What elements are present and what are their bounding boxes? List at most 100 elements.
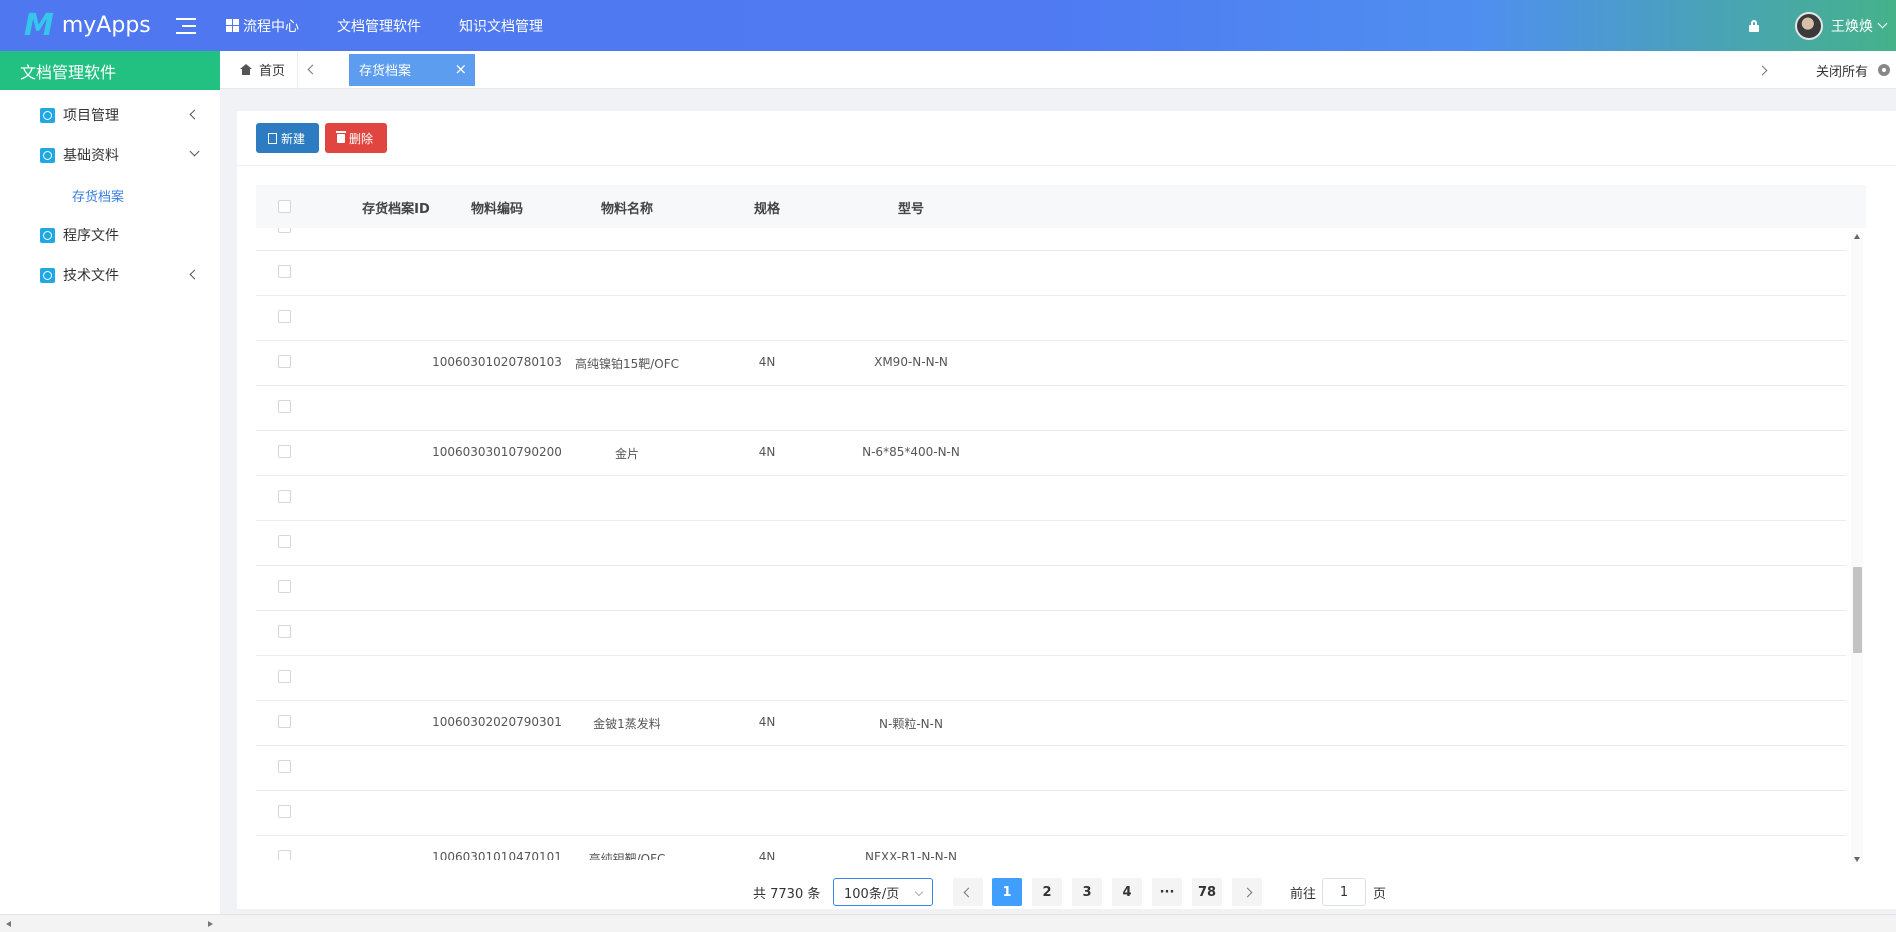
- table-row[interactable]: 10060301010470101 高纯钼靶/OFC 4N NFXX-R1-N-N-N: [256, 836, 1846, 860]
- row-checkbox[interactable]: [278, 265, 291, 278]
- tab-home[interactable]: 首页: [220, 50, 299, 89]
- row-checkbox[interactable]: [278, 760, 291, 773]
- delete-button[interactable]: 删除: [325, 123, 388, 153]
- chevron-right-icon: [1757, 65, 1767, 75]
- more-pages-button[interactable]: ···: [1152, 878, 1182, 906]
- pagination: 共 7730 条 100条/页 1 2 3 4 ··· 78 前往 1 页: [237, 871, 1896, 906]
- table-scrollbar[interactable]: [1851, 232, 1863, 864]
- cell-spec: 4N: [758, 850, 776, 860]
- tab-label: 存货档案: [359, 64, 412, 79]
- table-row[interactable]: [256, 611, 1846, 656]
- file-icon: [268, 132, 277, 144]
- column-header-name[interactable]: 物料名称: [567, 198, 687, 217]
- row-checkbox[interactable]: [278, 850, 291, 860]
- row-checkbox[interactable]: [278, 715, 291, 728]
- page-button-1[interactable]: 1: [992, 878, 1022, 906]
- row-checkbox[interactable]: [278, 445, 291, 458]
- row-checkbox[interactable]: [278, 805, 291, 818]
- row-checkbox[interactable]: [278, 400, 291, 413]
- table-row[interactable]: [256, 386, 1846, 431]
- close-all-tabs-button[interactable]: 关闭所有: [1816, 51, 1868, 89]
- table-row[interactable]: 10060303010790200 金片 4N N-6*85*400-N-N: [256, 431, 1846, 476]
- row-checkbox[interactable]: [278, 228, 291, 233]
- select-all-checkbox[interactable]: [278, 200, 291, 213]
- scroll-right-icon[interactable]: [208, 921, 213, 927]
- goto-page-input[interactable]: 1: [1322, 878, 1366, 906]
- clock-icon: [40, 227, 55, 243]
- page-button-3[interactable]: 3: [1072, 878, 1102, 906]
- prev-page-button[interactable]: [953, 878, 983, 906]
- tab-scroll-left-button[interactable]: [298, 51, 326, 89]
- table-row[interactable]: [256, 791, 1846, 836]
- logo-mark: M: [24, 8, 54, 43]
- page-button-2[interactable]: 2: [1032, 878, 1062, 906]
- avatar[interactable]: [1795, 11, 1823, 40]
- cell-model: NFXX-R1-N-N-N: [865, 850, 957, 860]
- row-checkbox[interactable]: [278, 670, 291, 683]
- column-header-spec[interactable]: 规格: [737, 198, 797, 217]
- table-row[interactable]: 10060302020790301 金铍1蒸发料 4N N-颗粒-N-N: [256, 701, 1846, 746]
- toolbar: 新建 删除: [237, 111, 1896, 166]
- app-logo[interactable]: M myApps: [0, 8, 151, 43]
- topnav-label: 流程中心: [243, 18, 299, 35]
- row-checkbox[interactable]: [278, 490, 291, 503]
- lock-icon[interactable]: [1749, 19, 1759, 32]
- table-row[interactable]: [256, 296, 1846, 341]
- row-checkbox[interactable]: [278, 580, 291, 593]
- close-icon[interactable]: ×: [454, 61, 467, 77]
- sidebar-item-label: 项目管理: [63, 108, 119, 124]
- column-header-code[interactable]: 物料编码: [432, 198, 562, 217]
- cell-material-code: 10060302020790301: [432, 715, 562, 729]
- sidebar-item-program-files[interactable]: 程序文件: [0, 215, 220, 255]
- menu-toggle-icon[interactable]: [176, 17, 196, 34]
- table-row[interactable]: [256, 521, 1846, 566]
- table-row[interactable]: [256, 566, 1846, 611]
- scroll-down-icon[interactable]: [1854, 857, 1860, 862]
- row-checkbox[interactable]: [278, 535, 291, 548]
- table-row[interactable]: [256, 228, 1846, 251]
- table-body: 10060301020780103 高纯镍铂15靶/OFC 4N XM90-N-N-N…: [256, 228, 1846, 860]
- column-header-model[interactable]: 型号: [836, 198, 986, 217]
- page-button-78[interactable]: 78: [1192, 878, 1222, 906]
- table-row[interactable]: [256, 746, 1846, 791]
- user-name[interactable]: 王焕焕: [1831, 16, 1873, 36]
- page-horizontal-scrollbar[interactable]: [0, 914, 1896, 932]
- page-button-4[interactable]: 4: [1112, 878, 1142, 906]
- table-row[interactable]: [256, 656, 1846, 701]
- page-size-select[interactable]: 100条/页: [833, 878, 933, 906]
- sidebar-item-basic-data[interactable]: 基础资料: [0, 135, 220, 175]
- table-row[interactable]: [256, 476, 1846, 521]
- topnav-doc-software[interactable]: 文档管理软件: [337, 16, 421, 36]
- gear-icon[interactable]: [1878, 64, 1890, 76]
- sidebar-item-technical-files[interactable]: 技术文件: [0, 255, 220, 295]
- chevron-right-icon: [1242, 887, 1252, 897]
- tab-inventory-archive[interactable]: 存货档案 ×: [349, 53, 476, 86]
- topnav-knowledge-docs[interactable]: 知识文档管理: [459, 16, 543, 36]
- table-row[interactable]: [256, 251, 1846, 296]
- topnav-label: 文档管理软件: [337, 18, 421, 35]
- table-row[interactable]: 10060301020780103 高纯镍铂15靶/OFC 4N XM90-N-N-N: [256, 341, 1846, 386]
- tab-scroll-right-button[interactable]: [1748, 51, 1776, 89]
- chevron-down-icon[interactable]: [1877, 18, 1888, 29]
- scroll-left-icon[interactable]: [6, 921, 11, 927]
- page-size-value: 100条/页: [844, 886, 900, 902]
- chevron-down-icon: [189, 146, 200, 157]
- topnav-process-center[interactable]: 流程中心: [226, 16, 299, 36]
- row-checkbox[interactable]: [278, 625, 291, 638]
- sidebar-item-project-management[interactable]: 项目管理: [0, 95, 220, 135]
- top-header: M myApps 流程中心 文档管理软件 知识文档管理 王焕焕: [0, 0, 1896, 51]
- cell-material-name: 高纯钼靶/OFC: [588, 852, 666, 860]
- scroll-up-icon[interactable]: [1854, 234, 1860, 239]
- cell-material-name: 高纯镍铂15靶/OFC: [574, 357, 680, 371]
- chevron-left-icon: [189, 269, 200, 280]
- home-icon: [240, 64, 252, 75]
- new-button[interactable]: 新建: [256, 123, 320, 153]
- sidebar-subitem-inventory-archive[interactable]: 存货档案: [0, 175, 220, 215]
- row-checkbox[interactable]: [278, 310, 291, 323]
- row-checkbox[interactable]: [278, 355, 291, 368]
- table-header: 存货档案ID 物料编码 物料名称 规格 型号: [256, 185, 1866, 228]
- app-name: myApps: [61, 13, 151, 38]
- cell-model: N-6*85*400-N-N: [862, 445, 960, 459]
- next-page-button[interactable]: [1232, 878, 1262, 906]
- scrollbar-thumb[interactable]: [1853, 567, 1862, 653]
